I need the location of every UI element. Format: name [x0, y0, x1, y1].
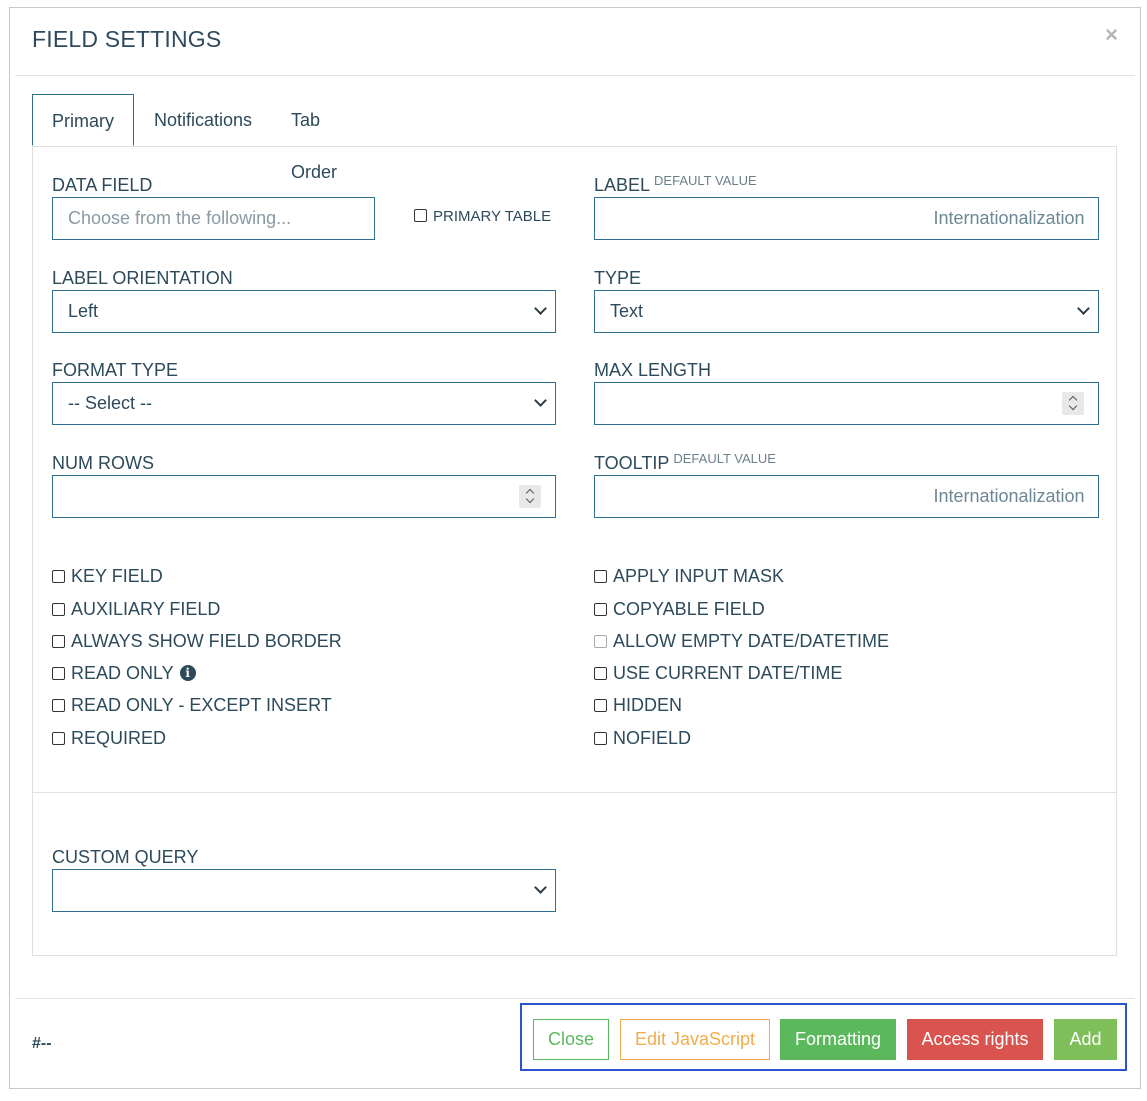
num-rows-input[interactable]: [52, 475, 556, 518]
required-label: REQUIRED: [71, 728, 167, 748]
hidden-checkbox[interactable]: [594, 699, 607, 712]
chevron-down-icon: [534, 881, 547, 894]
auxiliary-field-checkbox-row[interactable]: AUXILIARY FIELD: [52, 599, 220, 623]
close-button[interactable]: Close: [533, 1019, 609, 1060]
custom-query-select[interactable]: [52, 869, 556, 912]
always-show-border-checkbox[interactable]: [52, 635, 65, 648]
data-field-input[interactable]: Choose from the following...: [52, 197, 375, 240]
read-only-except-insert-label: READ ONLY - EXCEPT INSERT: [71, 695, 332, 715]
footer-divider: [15, 998, 1135, 999]
tooltip-field-label: TOOLTIP DEFAULT VALUE: [594, 451, 776, 474]
footer-button-group: Close Edit JavaScript Formatting Access …: [520, 1003, 1127, 1071]
add-button[interactable]: Add: [1054, 1019, 1117, 1060]
chevron-down-icon: [1077, 302, 1090, 315]
chevron-down-icon: [534, 394, 547, 407]
tooltip-title: TOOLTIP: [594, 453, 670, 473]
label-orientation-label: LABEL ORIENTATION: [52, 268, 233, 288]
copyable-field-checkbox-row[interactable]: COPYABLE FIELD: [594, 599, 765, 623]
key-field-label: KEY FIELD: [71, 566, 163, 586]
apply-input-mask-checkbox[interactable]: [594, 570, 607, 583]
allow-empty-date-checkbox[interactable]: [594, 635, 607, 648]
formatting-button[interactable]: Formatting: [780, 1019, 896, 1060]
tab-notifications[interactable]: Notifications: [154, 94, 252, 146]
primary-table-checkbox[interactable]: [414, 209, 427, 222]
type-label: TYPE: [594, 268, 642, 288]
edit-javascript-button[interactable]: Edit JavaScript: [620, 1019, 770, 1060]
use-current-datetime-checkbox[interactable]: [594, 667, 607, 680]
dialog-title: FIELD SETTINGS: [32, 26, 222, 52]
tooltip-default-value-tag: DEFAULT VALUE: [673, 451, 776, 466]
key-field-checkbox-row[interactable]: KEY FIELD: [52, 566, 163, 590]
max-length-label: MAX LENGTH: [594, 360, 712, 380]
max-length-input[interactable]: [594, 382, 1099, 425]
footer-hash-text: #--: [32, 1035, 52, 1052]
label-default-value-tag: DEFAULT VALUE: [654, 173, 757, 188]
hidden-label: HIDDEN: [613, 695, 683, 715]
key-field-checkbox[interactable]: [52, 570, 65, 583]
section-divider: [33, 792, 1116, 793]
auxiliary-field-checkbox[interactable]: [52, 603, 65, 616]
copyable-field-checkbox[interactable]: [594, 603, 607, 616]
custom-query-label: CUSTOM QUERY: [52, 847, 199, 867]
label-orientation-select[interactable]: Left: [52, 290, 556, 333]
info-icon[interactable]: i: [179, 665, 196, 681]
access-rights-button[interactable]: Access rights: [907, 1019, 1043, 1060]
data-field-label: DATA FIELD: [52, 175, 153, 195]
header-divider: [15, 75, 1135, 76]
label-field-label: LABEL DEFAULT VALUE: [594, 173, 757, 196]
use-current-datetime-label: USE CURRENT DATE/TIME: [613, 663, 843, 683]
close-icon[interactable]: ×: [1105, 22, 1118, 48]
required-checkbox-row[interactable]: REQUIRED: [52, 728, 166, 752]
tooltip-internationalization-button[interactable]: Internationalization: [920, 475, 1099, 518]
type-select[interactable]: Text: [594, 290, 1099, 333]
allow-empty-date-checkbox-row[interactable]: ALLOW EMPTY DATE/DATETIME: [594, 631, 889, 655]
spinner-icon[interactable]: [1062, 392, 1084, 415]
always-show-border-label: ALWAYS SHOW FIELD BORDER: [71, 631, 342, 651]
hidden-checkbox-row[interactable]: HIDDEN: [594, 695, 682, 719]
field-settings-dialog: FIELD SETTINGS × Primary Notifications T…: [9, 7, 1141, 1089]
primary-table-label: PRIMARY TABLE: [433, 208, 552, 225]
primary-tab-panel: DATA FIELD Choose from the following... …: [32, 146, 1117, 956]
required-checkbox[interactable]: [52, 732, 65, 745]
read-only-label: READ ONLY: [71, 663, 174, 683]
format-type-value: -- Select --: [68, 393, 153, 413]
label-input[interactable]: [594, 197, 921, 240]
data-field-placeholder: Choose from the following...: [68, 208, 292, 228]
read-only-checkbox[interactable]: [52, 667, 65, 680]
tooltip-input[interactable]: [594, 475, 921, 518]
apply-input-mask-checkbox-row[interactable]: APPLY INPUT MASK: [594, 566, 784, 590]
label-field-title: LABEL: [594, 175, 651, 195]
label-internationalization-button[interactable]: Internationalization: [920, 197, 1099, 240]
format-type-label: FORMAT TYPE: [52, 360, 179, 380]
format-type-select[interactable]: -- Select --: [52, 382, 556, 425]
type-value: Text: [610, 301, 644, 321]
nofield-checkbox[interactable]: [594, 732, 607, 745]
primary-table-checkbox-row[interactable]: PRIMARY TABLE: [414, 208, 551, 232]
nofield-label: NOFIELD: [613, 728, 692, 748]
label-orientation-value: Left: [68, 301, 99, 321]
read-only-except-insert-checkbox-row[interactable]: READ ONLY - EXCEPT INSERT: [52, 695, 332, 719]
use-current-datetime-checkbox-row[interactable]: USE CURRENT DATE/TIME: [594, 663, 842, 687]
copyable-field-label: COPYABLE FIELD: [613, 599, 765, 619]
num-rows-label: NUM ROWS: [52, 453, 154, 473]
spinner-icon[interactable]: [519, 485, 541, 508]
apply-input-mask-label: APPLY INPUT MASK: [613, 566, 785, 586]
nofield-checkbox-row[interactable]: NOFIELD: [594, 728, 691, 752]
read-only-checkbox-row[interactable]: READ ONLY i: [52, 663, 196, 687]
allow-empty-date-label: ALLOW EMPTY DATE/DATETIME: [613, 631, 890, 651]
always-show-border-checkbox-row[interactable]: ALWAYS SHOW FIELD BORDER: [52, 631, 342, 655]
read-only-except-insert-checkbox[interactable]: [52, 699, 65, 712]
tab-tab-order[interactable]: Tab Order: [291, 94, 337, 182]
tab-primary[interactable]: Primary: [32, 94, 134, 146]
chevron-down-icon: [534, 302, 547, 315]
auxiliary-field-label: AUXILIARY FIELD: [71, 599, 221, 619]
